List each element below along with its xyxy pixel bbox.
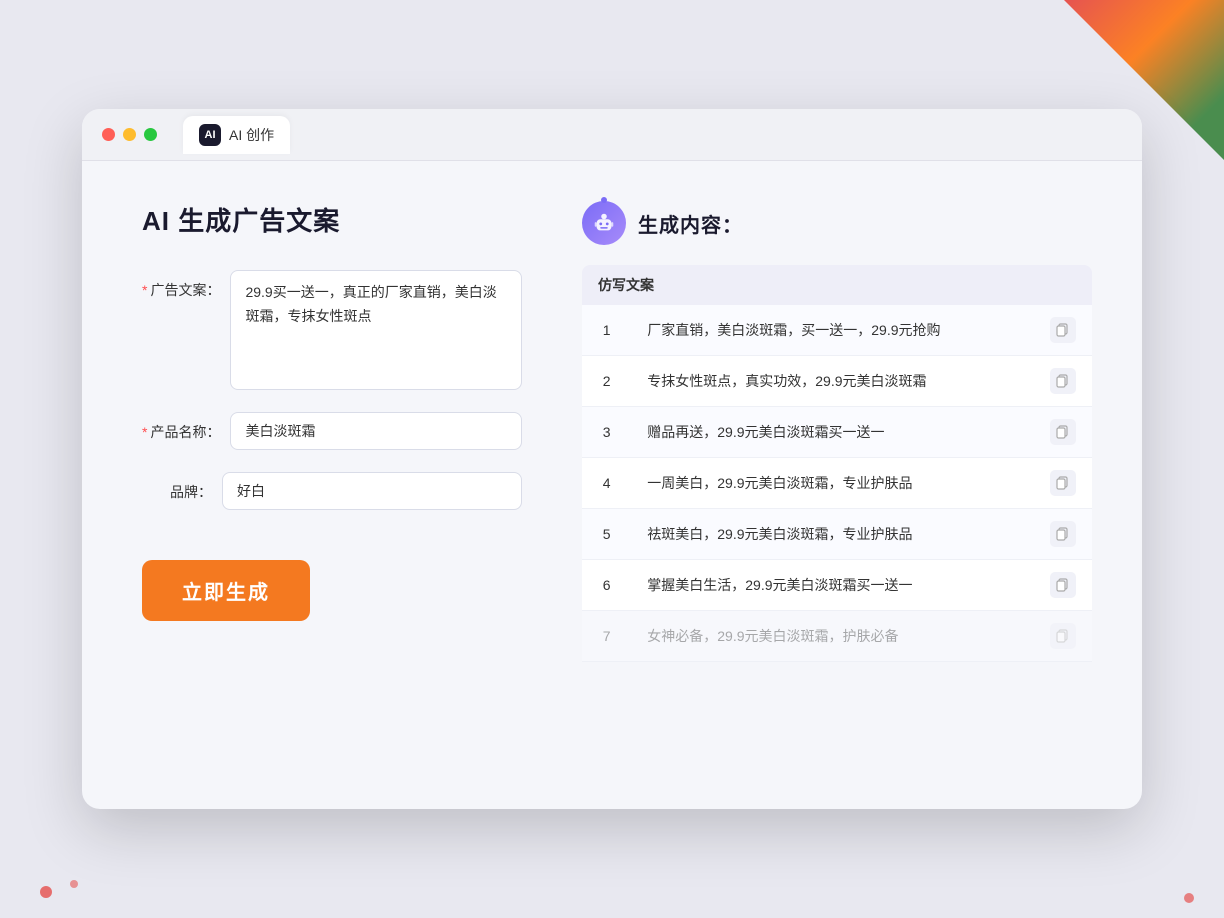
tab-icon-text: AI	[205, 129, 216, 141]
row-text: 女神必备，29.9元美白淡斑霜，护肤必备	[631, 611, 1034, 662]
table-header: 仿写文案	[582, 265, 1092, 305]
row-text: 赠品再送，29.9元美白淡斑霜买一送一	[631, 407, 1034, 458]
tab-icon: AI	[199, 124, 221, 146]
window-controls	[102, 128, 157, 141]
product-name-row: *产品名称：	[142, 412, 522, 450]
left-panel: AI 生成广告文案 *广告文案： 29.9买一送一，真正的厂家直销，美白淡斑霜，…	[142, 201, 522, 769]
table-row: 7 女神必备，29.9元美白淡斑霜，护肤必备	[582, 611, 1092, 662]
copy-icon-cell	[1034, 407, 1092, 458]
copy-icon-cell	[1034, 560, 1092, 611]
table-row: 1 厂家直销，美白淡斑霜，买一送一，29.9元抢购	[582, 305, 1092, 356]
row-text: 厂家直销，美白淡斑霜，买一送一，29.9元抢购	[631, 305, 1034, 356]
tab-title: AI 创作	[229, 125, 274, 145]
copy-button[interactable]	[1050, 317, 1076, 343]
table-row: 2 专抹女性斑点，真实功效，29.9元美白淡斑霜	[582, 356, 1092, 407]
product-name-label: *产品名称：	[142, 412, 230, 442]
row-text: 一周美白，29.9元美白淡斑霜，专业护肤品	[631, 458, 1034, 509]
brand-row: 品牌：	[142, 472, 522, 510]
minimize-button[interactable]	[123, 128, 136, 141]
decorative-dot-2	[70, 880, 78, 888]
ad-copy-input[interactable]: 29.9买一送一，真正的厂家直销，美白淡斑霜，专抹女性斑点	[230, 270, 522, 390]
row-number: 4	[582, 458, 631, 509]
copy-button[interactable]	[1050, 419, 1076, 445]
row-number: 6	[582, 560, 631, 611]
page-title: AI 生成广告文案	[142, 201, 522, 238]
row-number: 3	[582, 407, 631, 458]
brand-input[interactable]	[222, 472, 522, 510]
maximize-button[interactable]	[144, 128, 157, 141]
table-row: 3 赠品再送，29.9元美白淡斑霜买一送一	[582, 407, 1092, 458]
browser-tab[interactable]: AI AI 创作	[183, 116, 290, 154]
copy-icon-cell	[1034, 356, 1092, 407]
row-number: 7	[582, 611, 631, 662]
decorative-dot-3	[1184, 893, 1194, 903]
right-header: 生成内容：	[582, 201, 1092, 245]
ad-copy-row: *广告文案： 29.9买一送一，真正的厂家直销，美白淡斑霜，专抹女性斑点	[142, 270, 522, 390]
brand-label: 品牌：	[142, 472, 222, 502]
copy-button[interactable]	[1050, 470, 1076, 496]
table-row: 6 掌握美白生活，29.9元美白淡斑霜买一送一	[582, 560, 1092, 611]
copy-icon-cell	[1034, 305, 1092, 356]
row-text: 祛斑美白，29.9元美白淡斑霜，专业护肤品	[631, 509, 1034, 560]
copy-button[interactable]	[1050, 521, 1076, 547]
title-bar: AI AI 创作	[82, 109, 1142, 161]
browser-window: AI AI 创作 AI 生成广告文案 *广告文案： 29.9买一送一，真正的厂家…	[82, 109, 1142, 809]
row-text: 掌握美白生活，29.9元美白淡斑霜买一送一	[631, 560, 1034, 611]
copy-button[interactable]	[1050, 368, 1076, 394]
row-number: 5	[582, 509, 631, 560]
right-panel: 生成内容： 仿写文案 1 厂家直销，美白淡斑霜，买一送一，29.9元抢购	[582, 201, 1092, 769]
robot-svg	[591, 210, 617, 236]
required-star-product: *	[142, 424, 147, 440]
copy-icon-cell	[1034, 611, 1092, 662]
robot-icon	[582, 201, 626, 245]
ad-copy-label: *广告文案：	[142, 270, 230, 300]
main-content: AI 生成广告文案 *广告文案： 29.9买一送一，真正的厂家直销，美白淡斑霜，…	[82, 161, 1142, 809]
table-row: 4 一周美白，29.9元美白淡斑霜，专业护肤品	[582, 458, 1092, 509]
row-text: 专抹女性斑点，真实功效，29.9元美白淡斑霜	[631, 356, 1034, 407]
copy-icon-cell	[1034, 458, 1092, 509]
required-star-ad: *	[142, 282, 147, 298]
product-name-input[interactable]	[230, 412, 522, 450]
copy-button[interactable]	[1050, 623, 1076, 649]
copy-icon-cell	[1034, 509, 1092, 560]
row-number: 2	[582, 356, 631, 407]
decorative-dot-1	[40, 886, 52, 898]
copy-button[interactable]	[1050, 572, 1076, 598]
generate-button[interactable]: 立即生成	[142, 560, 310, 621]
row-number: 1	[582, 305, 631, 356]
results-table: 仿写文案 1 厂家直销，美白淡斑霜，买一送一，29.9元抢购 2 专抹女性斑点，…	[582, 265, 1092, 662]
right-title: 生成内容：	[638, 209, 743, 238]
table-row: 5 祛斑美白，29.9元美白淡斑霜，专业护肤品	[582, 509, 1092, 560]
close-button[interactable]	[102, 128, 115, 141]
